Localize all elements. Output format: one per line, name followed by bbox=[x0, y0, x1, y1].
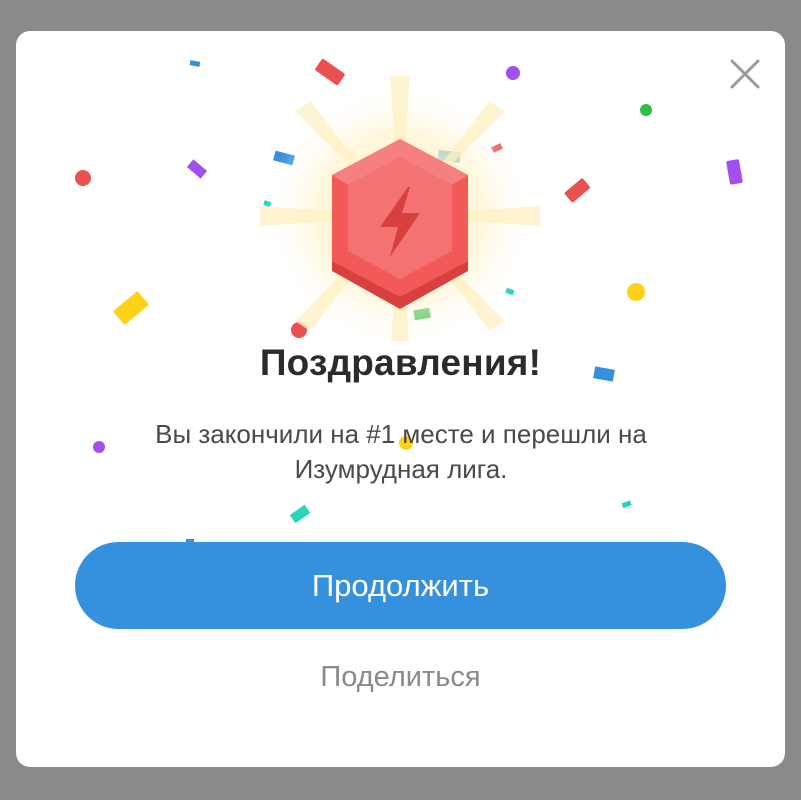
close-icon[interactable] bbox=[727, 56, 763, 92]
congratulations-dialog: Поздравления! Вы закончили на #1 месте и… bbox=[16, 31, 785, 767]
dialog-title: Поздравления! bbox=[259, 342, 542, 383]
dialog-message: Вы закончили на #1 месте и перешли на Из… bbox=[155, 419, 647, 484]
continue-button[interactable]: Продолжить bbox=[75, 542, 726, 629]
share-button[interactable]: Поделиться bbox=[16, 661, 785, 694]
league-badge-icon bbox=[260, 76, 540, 341]
